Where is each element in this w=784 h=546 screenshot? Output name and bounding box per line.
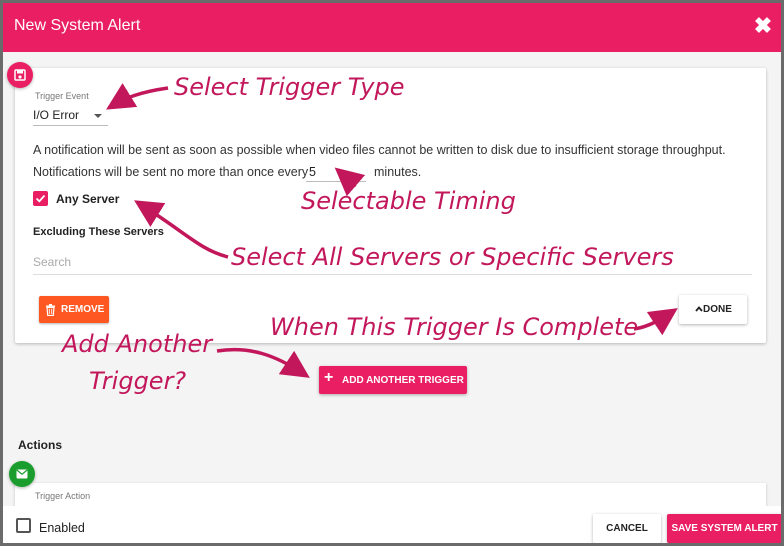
- annotation-add-another-line2: Trigger?: [89, 367, 187, 395]
- close-icon[interactable]: ✖: [752, 15, 774, 37]
- trigger-event-label: Trigger Event: [35, 91, 89, 101]
- excluding-servers-label: Excluding These Servers: [33, 226, 164, 238]
- annotation-trigger-complete: When This Trigger Is Complete: [270, 313, 639, 341]
- annotation-select-trigger-type: Select Trigger Type: [174, 73, 405, 101]
- save-icon[interactable]: [7, 62, 33, 88]
- done-label: DONE: [703, 304, 732, 315]
- any-server-checkbox[interactable]: [33, 191, 48, 206]
- annotation-selectable-timing: Selectable Timing: [301, 187, 516, 215]
- actions-heading: Actions: [18, 438, 63, 452]
- add-trigger-label: ADD ANOTHER TRIGGER: [342, 375, 464, 386]
- done-button[interactable]: DONE: [679, 295, 747, 324]
- plus-icon: +: [324, 369, 334, 386]
- remove-trigger-button[interactable]: REMOVE: [39, 296, 109, 323]
- any-server-label: Any Server: [56, 192, 120, 206]
- dialog-titlebar: New System Alert ✖: [3, 3, 781, 52]
- minutes-label: minutes.: [374, 165, 422, 179]
- trigger-event-value: I/O Error: [33, 108, 80, 122]
- trigger-action-label: Trigger Action: [35, 491, 91, 501]
- trash-icon: [46, 304, 55, 316]
- dropdown-caret-icon: [94, 114, 102, 118]
- annotation-select-servers: Select All Servers or Specific Servers: [231, 243, 674, 271]
- dialog-title: New System Alert: [14, 17, 141, 34]
- chevron-up-icon: [695, 306, 703, 312]
- enabled-label: Enabled: [39, 521, 85, 535]
- remove-label: REMOVE: [61, 304, 105, 315]
- trigger-event-select[interactable]: I/O Error: [33, 108, 108, 126]
- save-system-alert-button[interactable]: SAVE SYSTEM ALERT: [667, 514, 781, 543]
- trigger-description: A notification will be sent as soon as p…: [33, 143, 726, 157]
- dialog-footer: [3, 506, 781, 543]
- notification-interval-text: Notifications will be sent no more than …: [33, 165, 309, 179]
- annotation-add-another-line1: Add Another: [62, 330, 213, 358]
- add-another-trigger-button[interactable]: + ADD ANOTHER TRIGGER: [319, 366, 467, 394]
- dialog-content: [3, 52, 781, 502]
- cancel-button[interactable]: CANCEL: [593, 514, 661, 543]
- enabled-checkbox[interactable]: [16, 518, 31, 533]
- minutes-input[interactable]: 5: [306, 162, 366, 182]
- mail-icon[interactable]: [9, 461, 35, 487]
